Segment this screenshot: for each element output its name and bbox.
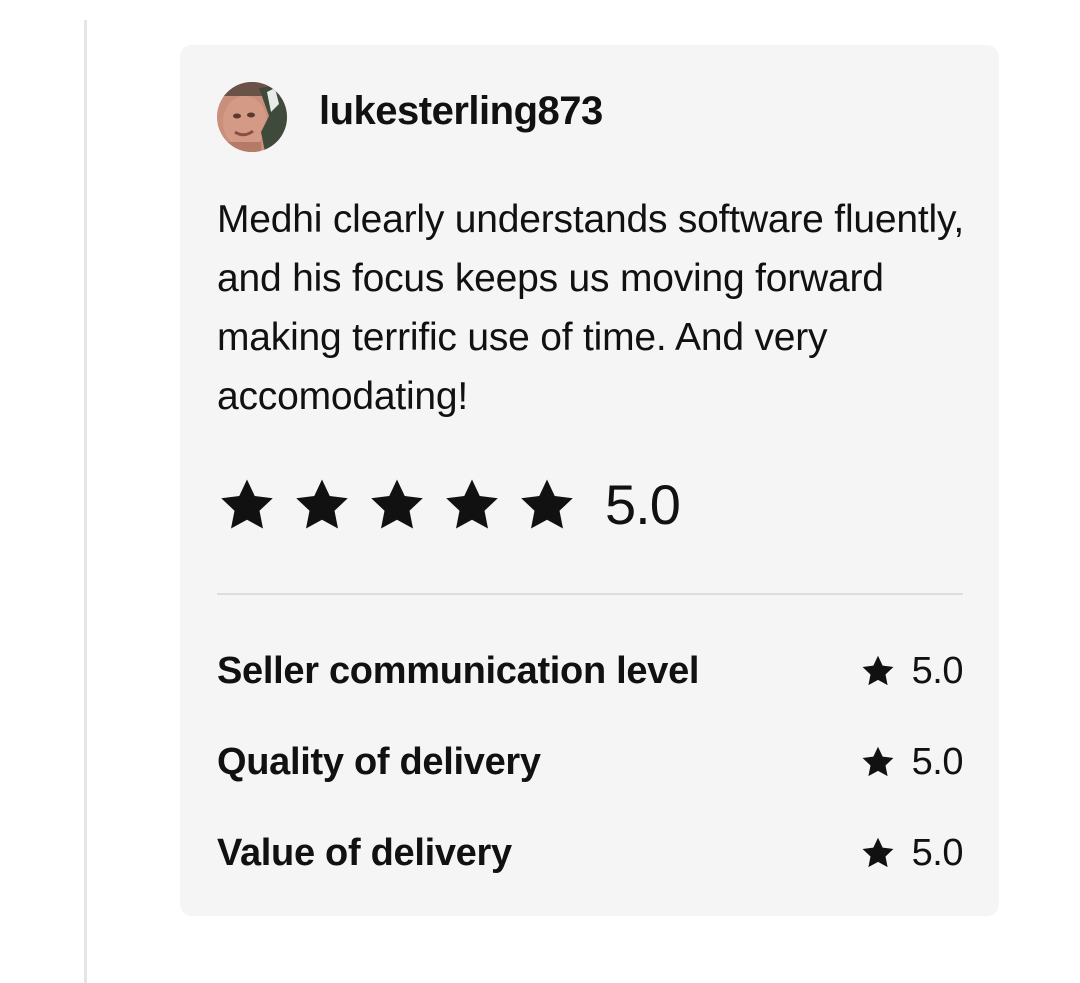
overall-rating: 5.0 (217, 470, 681, 540)
star-icon (221, 479, 273, 529)
star-icon (521, 479, 573, 529)
criterion-row-value: Value of delivery 5.0 (217, 822, 964, 884)
star-icon (296, 479, 348, 529)
star-icon (371, 479, 423, 529)
avatar[interactable] (217, 82, 287, 152)
criterion-value: 5.0 (911, 832, 964, 874)
review-header: lukesterling873 (217, 82, 603, 152)
reviewer-username[interactable]: lukesterling873 (319, 91, 603, 131)
criterion-value: 5.0 (911, 650, 964, 692)
criterion-label: Value of delivery (217, 832, 512, 874)
star-icon (862, 746, 894, 777)
criterion-label: Quality of delivery (217, 741, 541, 783)
overall-rating-value: 5.0 (605, 473, 681, 536)
star-icon (862, 837, 894, 868)
avatar-image (217, 82, 287, 152)
rating-breakdown: Seller communication level 5.0 Quality o… (217, 640, 964, 913)
review-card: lukesterling873 Medhi clearly understand… (180, 45, 999, 916)
criterion-label: Seller communication level (217, 650, 700, 692)
review-text: Medhi clearly understands software fluen… (217, 198, 965, 418)
criterion-value: 5.0 (911, 741, 964, 783)
criterion-score: 5.0 (860, 741, 964, 783)
star-icon (862, 655, 894, 686)
criterion-score: 5.0 (860, 650, 964, 692)
divider (217, 593, 963, 595)
star-icon (446, 479, 498, 529)
thread-line (84, 20, 87, 983)
criterion-row-communication: Seller communication level 5.0 (217, 640, 964, 702)
criterion-score: 5.0 (860, 832, 964, 874)
criterion-row-quality: Quality of delivery 5.0 (217, 731, 964, 793)
